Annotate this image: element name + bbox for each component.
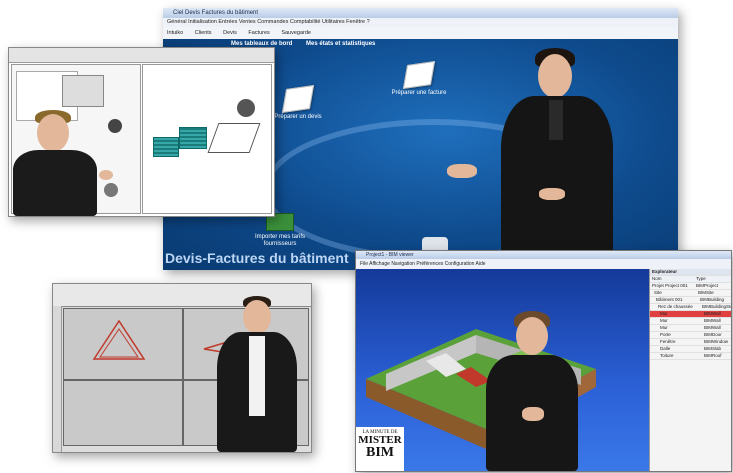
- cad-pane-right: [142, 64, 272, 214]
- tree-row-name: Mur: [660, 311, 668, 316]
- tree-row-type: BIMWall: [704, 318, 721, 323]
- tree-row-name: Mur: [660, 318, 668, 323]
- tree-row-type: BIMSite: [698, 290, 714, 295]
- toolbar-button-clients[interactable]: Clients: [195, 30, 212, 36]
- toolbar-button-sauvegarde[interactable]: Sauvegarde: [281, 30, 311, 36]
- tree-row-type: BIMProject: [696, 283, 719, 288]
- tree-row-type: BIMBuildingStorey: [702, 304, 731, 309]
- tree-row-type: BIMBuilding: [700, 297, 725, 302]
- tree-row[interactable]: Porte BIMDoor: [650, 332, 731, 339]
- tree-row[interactable]: Fenêtre BIMWindow: [650, 339, 731, 346]
- tree-row-type: BIMRoof: [704, 353, 722, 358]
- tree-row[interactable]: Mur BIMWall: [650, 311, 731, 318]
- toolbar-button-devis[interactable]: Devis: [223, 30, 237, 36]
- presenter-rhino: [203, 296, 307, 452]
- menu-bar[interactable]: Général Initialisation Entrées Ventes Co…: [163, 18, 678, 27]
- tree-row[interactable]: Site BIMSite: [650, 290, 731, 297]
- explorer-header: Nom Type: [650, 276, 731, 283]
- tree-row-name: Bâtiment 001: [656, 297, 683, 302]
- tree-row-name: Projet Project 001: [652, 283, 688, 288]
- toolbar-button-intuiko[interactable]: Intuiko: [167, 30, 183, 36]
- tree-row-name: Dalle: [660, 346, 671, 351]
- bim-window-title: Project1 - BIM viewer: [356, 251, 731, 259]
- toolbar-button-factures[interactable]: Factures: [248, 30, 269, 36]
- mister-bim-logo: LA MINUTE DE MISTER BIM: [356, 427, 404, 471]
- tile-label: Importer mes tarifs fournisseurs: [254, 234, 305, 247]
- cad-toolbar: [9, 48, 274, 63]
- tree-row-name: Mur: [660, 325, 668, 330]
- tree-row-type: BIMWall: [704, 311, 721, 316]
- tree-row[interactable]: Projet Project 001 BIMProject: [650, 283, 731, 290]
- presenter-bim: [476, 311, 586, 471]
- tile-label: Préparer une facture: [391, 90, 447, 96]
- tree-row-name: Fenêtre: [660, 339, 676, 344]
- quote-document-icon: [281, 85, 315, 113]
- cad-model-block: [153, 137, 179, 157]
- presenter-main: [447, 48, 633, 270]
- tree-row[interactable]: Toiture BIMRoof: [650, 353, 731, 360]
- cad-model-block: [179, 127, 207, 149]
- tree-row-type: BIMWindow: [704, 339, 729, 344]
- cad-software-window: [8, 47, 275, 217]
- bim-software-window: Project1 - BIM viewer File Affichage Nav…: [355, 250, 732, 472]
- tree-row[interactable]: Bâtiment 001 BIMBuilding: [650, 297, 731, 304]
- tree-row[interactable]: Mur BIMWall: [650, 318, 731, 325]
- presenter-cad: [9, 110, 119, 216]
- explorer-panel: Explorateur Nom Type Projet Project 001 BI…: [649, 269, 731, 471]
- tree-row-type: BIMSlab: [704, 346, 722, 351]
- tree-row[interactable]: Dalle BIMSlab: [650, 346, 731, 353]
- tile-label: Préparer un devis: [274, 114, 322, 120]
- tree-row-name: Rez de chaussée: [658, 304, 693, 309]
- explorer-tree: Projet Project 001 BIMProject Site BIMSite B…: [650, 283, 731, 360]
- tile-prepare-quote[interactable]: Préparer un devis: [273, 85, 323, 121]
- tree-row-name: Porte: [660, 332, 671, 337]
- invoice-document-icon: [402, 61, 436, 89]
- tree-row[interactable]: Mur BIMWall: [650, 325, 731, 332]
- tile-prepare-invoice[interactable]: Préparer une facture: [391, 61, 447, 97]
- tree-row-name: Site: [654, 290, 662, 295]
- tab-statistics[interactable]: Mes états et statistiques: [306, 41, 375, 47]
- viewport-bottom-left[interactable]: [63, 380, 183, 446]
- red-curve-shape: [92, 319, 146, 360]
- window-title: Ciel Devis Factures du bâtiment: [163, 8, 678, 18]
- rhino-side-toolbar: [53, 306, 62, 452]
- tree-row-name: Toiture: [660, 353, 674, 358]
- footer-title: Devis-Factures du bâtiment: [165, 250, 349, 266]
- explorer-panel-title: Explorateur: [650, 269, 731, 276]
- tree-row[interactable]: Rez de chaussée BIMBuildingStorey: [650, 304, 731, 311]
- tree-row-type: BIMWall: [704, 325, 721, 330]
- rhino-software-window: [52, 283, 312, 453]
- tile-import-tariffs[interactable]: Importer mes tarifs fournisseurs: [245, 213, 315, 248]
- bim-menu-bar[interactable]: File Affichage Navigation Préférences Co…: [356, 259, 731, 269]
- viewport-top-left[interactable]: [63, 308, 183, 380]
- tree-row-type: BIMDoor: [704, 332, 722, 337]
